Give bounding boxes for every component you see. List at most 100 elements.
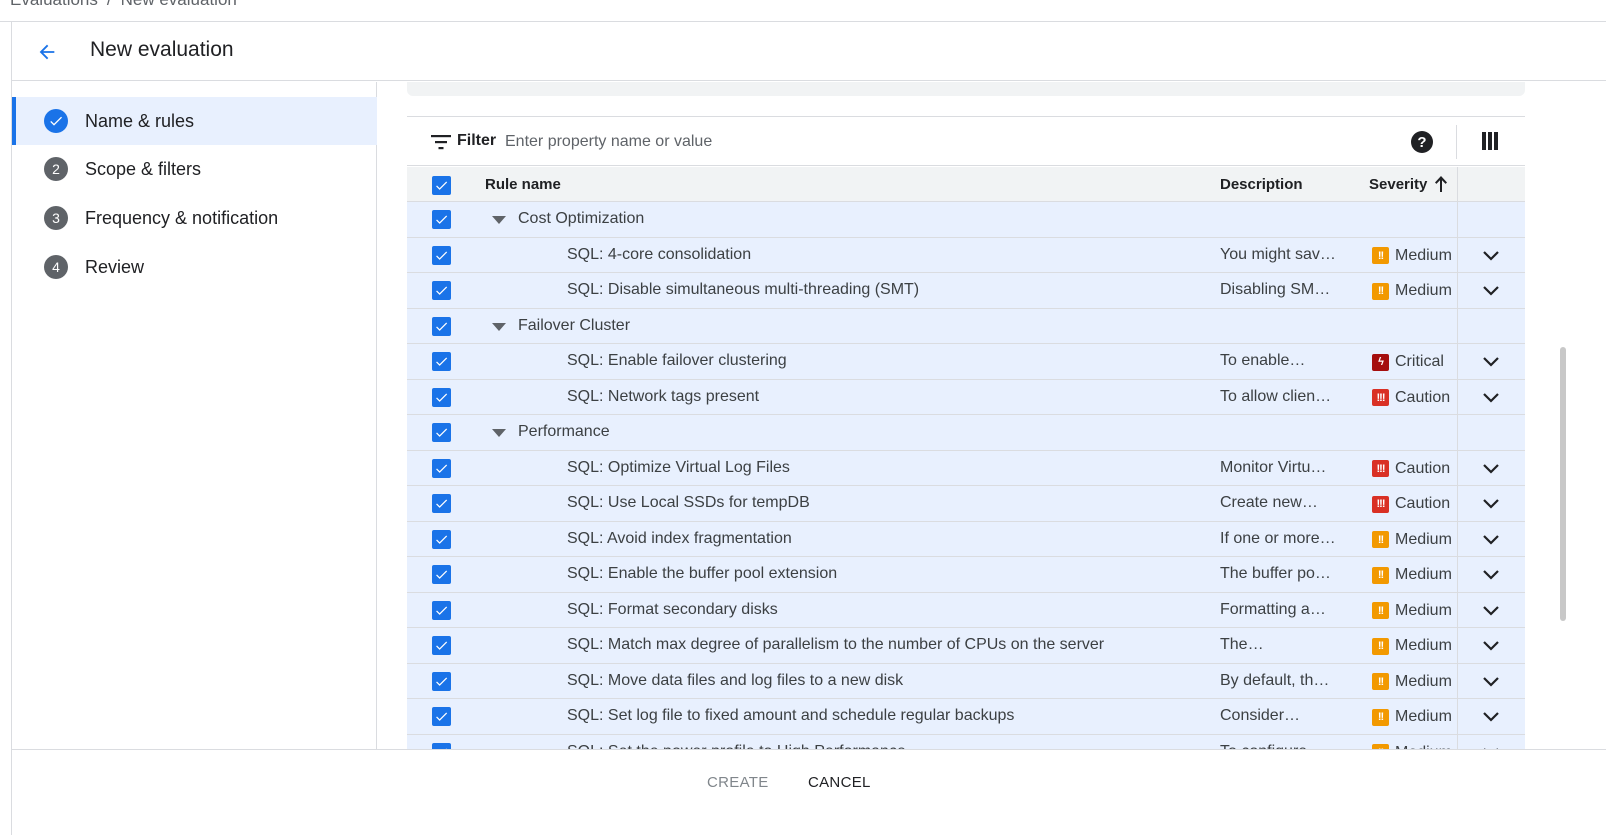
column-divider bbox=[1457, 557, 1458, 592]
row-checkbox[interactable] bbox=[432, 210, 451, 229]
create-button[interactable]: CREATE bbox=[707, 774, 769, 791]
step-label: Scope & filters bbox=[85, 158, 202, 179]
table-row[interactable]: SQL: Enable the buffer pool extension The… bbox=[407, 557, 1525, 593]
expand-row-chevron-icon[interactable] bbox=[1481, 602, 1501, 620]
severity-critical-icon: ϟ bbox=[1372, 353, 1389, 371]
severity-medium-icon: !! bbox=[1372, 637, 1389, 655]
arrow-upward-icon[interactable] bbox=[1433, 174, 1449, 194]
page-header: New evaluation bbox=[12, 22, 1606, 81]
severity-cell: !! Medium bbox=[1372, 673, 1452, 691]
row-checkbox[interactable] bbox=[432, 600, 451, 620]
rule-description: Consider… bbox=[1220, 707, 1301, 724]
column-header-severity[interactable]: Severity bbox=[1369, 176, 1427, 193]
group-row[interactable]: Cost Optimization bbox=[407, 202, 1525, 238]
expand-row-chevron-icon[interactable] bbox=[1481, 673, 1501, 691]
severity-label: Caution bbox=[1395, 459, 1451, 477]
rule-name: SQL: Network tags present bbox=[567, 387, 760, 405]
help-icon[interactable]: ? bbox=[1411, 131, 1433, 153]
table-row[interactable]: SQL: 4-core consolidation You might sav…!… bbox=[407, 237, 1525, 273]
severity-label: Caution bbox=[1395, 495, 1451, 512]
table-row[interactable]: SQL: Use Local SSDs for tempDB Create new… bbox=[407, 486, 1525, 522]
expand-row-chevron-icon[interactable] bbox=[1481, 708, 1501, 726]
column-divider bbox=[1457, 486, 1458, 521]
filter-icon bbox=[431, 135, 451, 150]
expand-row-chevron-icon[interactable] bbox=[1481, 353, 1501, 371]
expand-row-chevron-icon[interactable] bbox=[1481, 531, 1501, 549]
column-display-options-icon[interactable] bbox=[1482, 132, 1502, 152]
expand-row-chevron-icon[interactable] bbox=[1481, 566, 1501, 584]
row-checkbox[interactable] bbox=[432, 423, 451, 442]
table-row[interactable]: SQL: Enable failover clustering To enable… bbox=[407, 344, 1525, 380]
rule-description: The buffer po… bbox=[1220, 565, 1331, 582]
row-checkbox[interactable] bbox=[432, 458, 451, 478]
row-checkbox[interactable] bbox=[432, 494, 451, 513]
row-checkbox[interactable] bbox=[432, 245, 451, 265]
step-name-and-rules[interactable]: Name & rules bbox=[12, 97, 377, 145]
expand-row-chevron-icon[interactable] bbox=[1481, 495, 1501, 513]
expand-row-chevron-icon[interactable] bbox=[1481, 637, 1501, 655]
table-row[interactable]: SQL: Avoid index fragmentation If one or … bbox=[407, 521, 1525, 557]
column-header-rule-name[interactable]: Rule name bbox=[485, 176, 561, 193]
table-row[interactable]: SQL: Set log file to fixed amount and sc… bbox=[407, 699, 1525, 735]
row-checkbox[interactable] bbox=[432, 387, 451, 407]
collapse-arrow-icon[interactable] bbox=[492, 216, 506, 224]
breadcrumb-root-link[interactable]: Evaluations bbox=[10, 0, 98, 9]
expand-row-chevron-icon[interactable] bbox=[1481, 460, 1501, 478]
column-divider bbox=[1457, 308, 1458, 343]
severity-caution-icon: !!! bbox=[1372, 495, 1389, 513]
severity-medium-icon: !! bbox=[1372, 673, 1389, 690]
footer-actions: CREATE CANCEL bbox=[12, 749, 1606, 835]
row-checkbox[interactable] bbox=[432, 529, 451, 549]
select-all-checkbox[interactable] bbox=[432, 176, 451, 195]
collapse-arrow-icon[interactable] bbox=[492, 322, 506, 331]
table-row[interactable]: SQL: Match max degree of parallelism to … bbox=[407, 628, 1525, 664]
group-row[interactable]: Performance bbox=[407, 415, 1525, 451]
rule-description: You might sav… bbox=[1220, 245, 1336, 263]
row-checkbox[interactable] bbox=[432, 565, 451, 584]
page-scrollbar[interactable] bbox=[1560, 347, 1566, 621]
step-label: Name & rules bbox=[85, 110, 195, 131]
row-checkbox[interactable] bbox=[432, 636, 451, 655]
table-row[interactable]: SQL: Format secondary disks Formatting a…… bbox=[407, 592, 1525, 628]
step-frequency-and-notification[interactable]: 3 Frequency & notification bbox=[12, 194, 377, 242]
filter-bar: Filter ? bbox=[407, 116, 1525, 166]
rule-name: SQL: Enable the buffer pool extension bbox=[567, 565, 838, 582]
step-review[interactable]: 4 Review bbox=[12, 243, 377, 291]
column-divider bbox=[1457, 344, 1458, 379]
table-row[interactable]: SQL: Optimize Virtual Log Files Monitor V… bbox=[407, 450, 1525, 486]
column-divider bbox=[1457, 592, 1458, 627]
column-header-description[interactable]: Description bbox=[1220, 176, 1303, 193]
rule-name: SQL: Format secondary disks bbox=[567, 600, 778, 618]
breadcrumb-current: New evaluation bbox=[121, 0, 237, 9]
rule-name: SQL: Disable simultaneous multi-threadin… bbox=[567, 281, 920, 298]
row-checkbox[interactable] bbox=[432, 707, 451, 726]
table-row[interactable]: SQL: Network tags present To allow clien…… bbox=[407, 379, 1525, 415]
table-body: Cost Optimization SQL: 4-core consolidati… bbox=[407, 202, 1525, 749]
row-checkbox[interactable] bbox=[432, 352, 451, 371]
group-name: Failover Cluster bbox=[518, 316, 631, 334]
column-divider bbox=[1457, 699, 1458, 734]
table-row[interactable]: SQL: Set the power profile to High Perfo… bbox=[407, 734, 1525, 749]
row-checkbox[interactable] bbox=[432, 671, 451, 691]
severity-caution-icon: !!! bbox=[1372, 389, 1389, 406]
cancel-button[interactable]: CANCEL bbox=[808, 774, 871, 791]
table-row[interactable]: SQL: Disable simultaneous multi-threadin… bbox=[407, 273, 1525, 309]
expand-row-chevron-icon[interactable] bbox=[1481, 389, 1501, 407]
step-scope-and-filters[interactable]: 2 Scope & filters bbox=[12, 145, 377, 193]
group-row[interactable]: Failover Cluster bbox=[407, 308, 1525, 344]
back-button[interactable] bbox=[32, 37, 62, 67]
severity-label: Critical bbox=[1395, 353, 1444, 370]
filter-input[interactable] bbox=[505, 127, 1205, 157]
rule-description: The… bbox=[1220, 636, 1264, 653]
expand-row-chevron-icon[interactable] bbox=[1481, 247, 1501, 265]
severity-medium-icon: !! bbox=[1372, 531, 1389, 548]
expand-row-chevron-icon[interactable] bbox=[1481, 282, 1501, 300]
severity-cell: !! Medium bbox=[1372, 602, 1452, 620]
row-checkbox[interactable] bbox=[432, 316, 451, 336]
collapse-arrow-icon[interactable] bbox=[492, 429, 506, 437]
step-number: 2 bbox=[44, 157, 68, 181]
row-checkbox[interactable] bbox=[432, 281, 451, 300]
severity-cell: !! Medium bbox=[1372, 282, 1452, 300]
table-row[interactable]: SQL: Move data files and log files to a … bbox=[407, 663, 1525, 699]
main-content: Filter ? Rule name Description Severity … bbox=[378, 82, 1606, 749]
